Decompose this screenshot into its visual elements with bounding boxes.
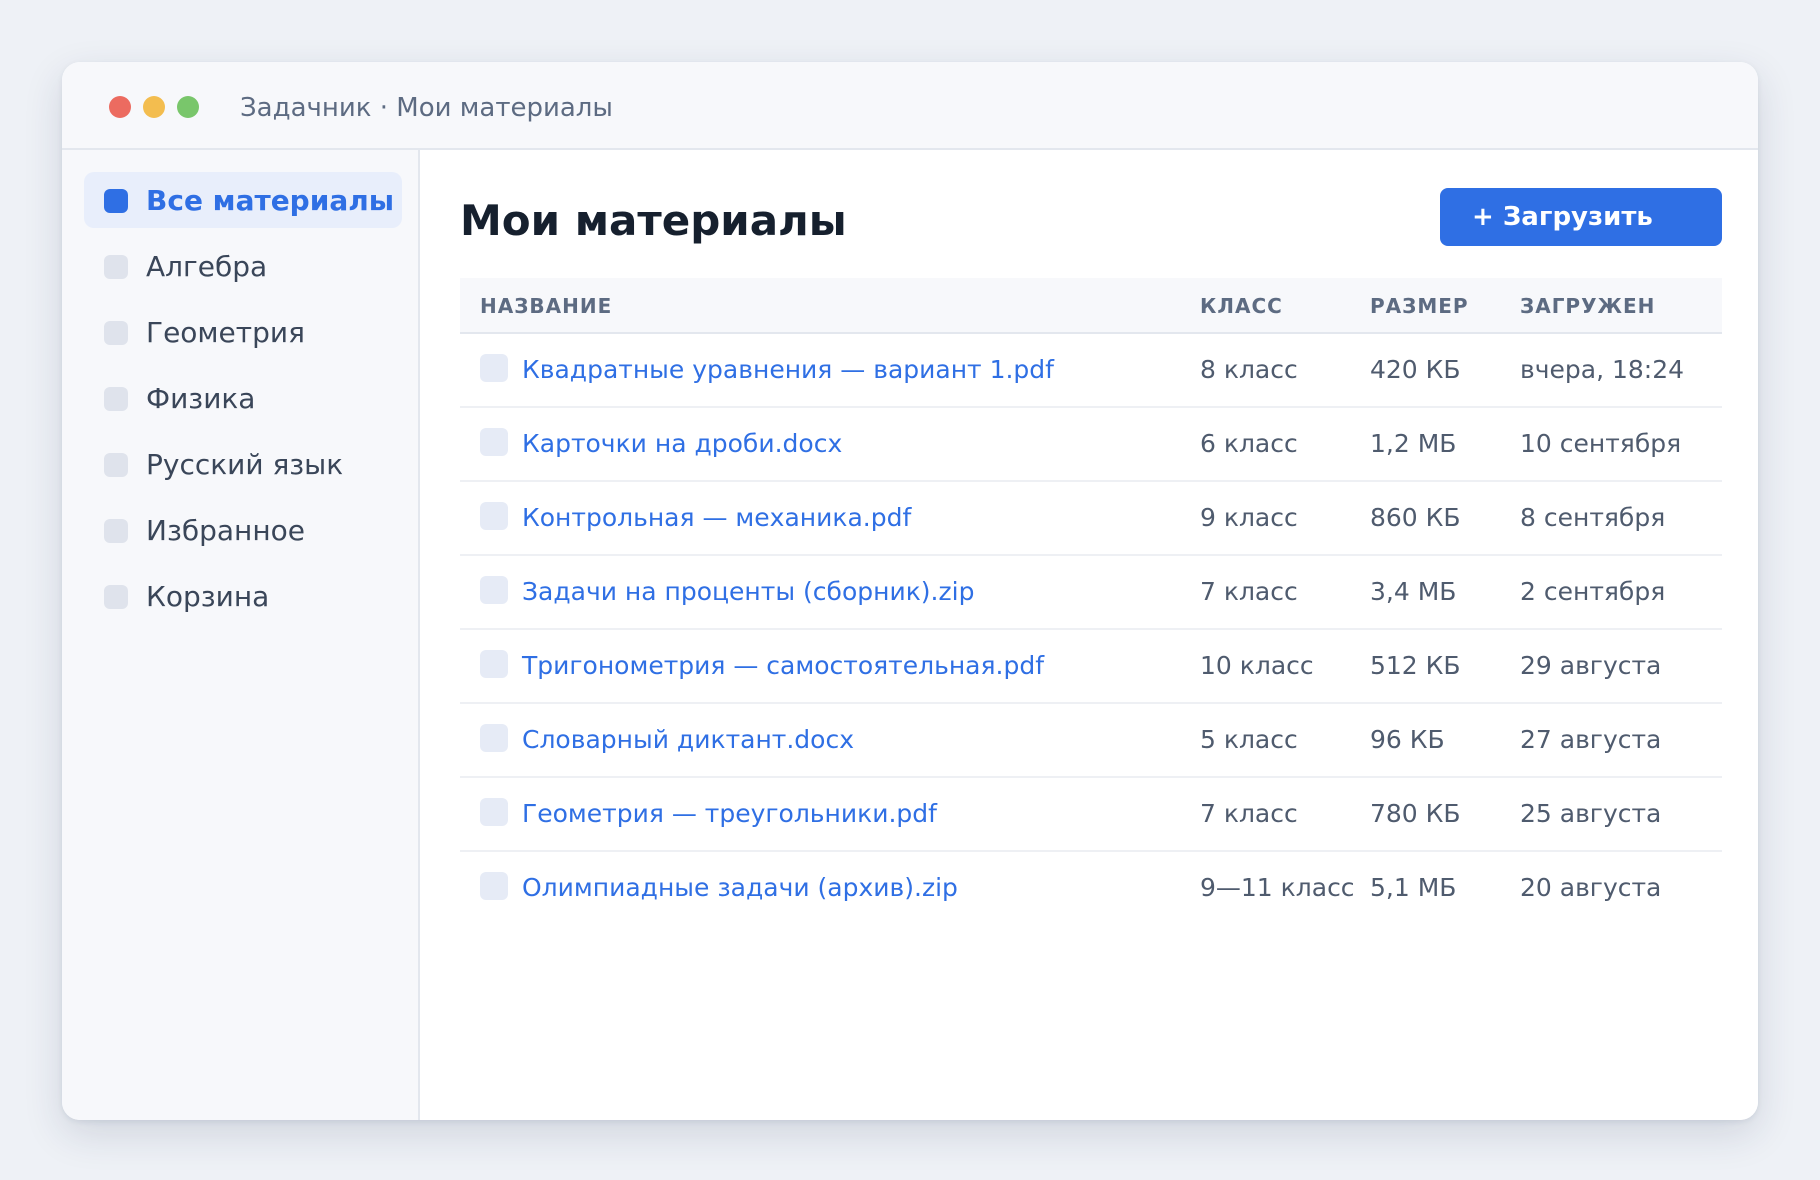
column-header-grade[interactable]: КЛАСС	[1200, 294, 1283, 318]
file-size: 512 КБ	[1370, 651, 1461, 680]
sidebar-item-label: Алгебра	[146, 250, 268, 283]
close-window-icon[interactable]	[109, 96, 131, 118]
page-title: Мои материалы	[460, 196, 847, 245]
table-row[interactable]: Контрольная — механика.pdf 9 класс 860 К…	[460, 482, 1722, 556]
sidebar-item-physics[interactable]: Физика	[84, 370, 402, 426]
file-grade: 5 класс	[1200, 725, 1298, 754]
category-icon	[104, 585, 128, 609]
category-icon	[104, 189, 128, 213]
sidebar-item-label: Геометрия	[146, 316, 305, 349]
file-grade: 9 класс	[1200, 503, 1298, 532]
sidebar-item-russian[interactable]: Русский язык	[84, 436, 402, 492]
table-row[interactable]: Квадратные уравнения — вариант 1.pdf 8 к…	[460, 334, 1722, 408]
upload-button[interactable]: + Загрузить	[1440, 188, 1722, 246]
table-row[interactable]: Задачи на проценты (сборник).zip 7 класс…	[460, 556, 1722, 630]
column-header-size[interactable]: РАЗМЕР	[1370, 294, 1469, 318]
file-uploaded-date: 8 сентября	[1520, 503, 1666, 532]
window-title: Задачник · Мои материалы	[240, 93, 613, 123]
app-window: Задачник · Мои материалы Все материалы А…	[62, 62, 1758, 1120]
sidebar-item-algebra[interactable]: Алгебра	[84, 238, 402, 294]
file-uploaded-date: вчера, 18:24	[1520, 355, 1685, 384]
file-uploaded-date: 20 августа	[1520, 873, 1662, 902]
file-icon	[480, 502, 508, 530]
file-name-link[interactable]: Геометрия — треугольники.pdf	[522, 798, 937, 830]
file-size: 860 КБ	[1370, 503, 1461, 532]
file-size: 96 КБ	[1370, 725, 1445, 754]
table-row[interactable]: Олимпиадные задачи (архив).zip 9—11 клас…	[460, 852, 1722, 926]
file-name-link[interactable]: Контрольная — механика.pdf	[522, 502, 911, 534]
file-grade: 9—11 класс	[1200, 873, 1355, 902]
sidebar-item-label: Физика	[146, 382, 256, 415]
table-row[interactable]: Геометрия — треугольники.pdf 7 класс 780…	[460, 778, 1722, 852]
file-size: 1,2 МБ	[1370, 429, 1457, 458]
category-icon	[104, 255, 128, 279]
sidebar-item-favorites[interactable]: Избранное	[84, 502, 402, 558]
table-row[interactable]: Карточки на дроби.docx 6 класс 1,2 МБ 10…	[460, 408, 1722, 482]
file-grade: 10 класс	[1200, 651, 1314, 680]
file-grade: 6 класс	[1200, 429, 1298, 458]
file-icon	[480, 354, 508, 382]
table-header: НАЗВАНИЕ КЛАСС РАЗМЕР ЗАГРУЖЕН	[460, 278, 1722, 334]
file-grade: 8 класс	[1200, 355, 1298, 384]
sidebar-item-trash[interactable]: Корзина	[84, 568, 402, 624]
file-icon	[480, 650, 508, 678]
table-row[interactable]: Тригонометрия — самостоятельная.pdf 10 к…	[460, 630, 1722, 704]
file-grade: 7 класс	[1200, 799, 1298, 828]
column-header-uploaded[interactable]: ЗАГРУЖЕН	[1520, 294, 1655, 318]
file-name-link[interactable]: Задачи на проценты (сборник).zip	[522, 576, 974, 608]
file-uploaded-date: 2 сентября	[1520, 577, 1666, 606]
minimize-window-icon[interactable]	[143, 96, 165, 118]
file-uploaded-date: 27 августа	[1520, 725, 1662, 754]
zoom-window-icon[interactable]	[177, 96, 199, 118]
file-icon	[480, 576, 508, 604]
sidebar-item-label: Корзина	[146, 580, 270, 613]
file-uploaded-date: 25 августа	[1520, 799, 1662, 828]
file-name-link[interactable]: Карточки на дроби.docx	[522, 428, 842, 460]
file-size: 420 КБ	[1370, 355, 1461, 384]
category-icon	[104, 387, 128, 411]
file-uploaded-date: 10 сентября	[1520, 429, 1682, 458]
file-name-link[interactable]: Квадратные уравнения — вариант 1.pdf	[522, 354, 1054, 386]
sidebar-item-label: Избранное	[146, 514, 306, 547]
sidebar-item-label: Все материалы	[146, 184, 395, 217]
sidebar-item-geometry[interactable]: Геометрия	[84, 304, 402, 360]
sidebar-item-all-materials[interactable]: Все материалы	[84, 172, 402, 228]
file-icon	[480, 872, 508, 900]
file-grade: 7 класс	[1200, 577, 1298, 606]
sidebar-item-label: Русский язык	[146, 448, 344, 481]
file-icon	[480, 798, 508, 826]
category-icon	[104, 453, 128, 477]
file-size: 5,1 МБ	[1370, 873, 1457, 902]
sidebar: Все материалы Алгебра Геометрия Физика Р…	[62, 150, 420, 1120]
category-icon	[104, 519, 128, 543]
file-name-link[interactable]: Тригонометрия — самостоятельная.pdf	[522, 650, 1044, 682]
file-uploaded-date: 29 августа	[1520, 651, 1662, 680]
file-size: 3,4 МБ	[1370, 577, 1457, 606]
file-icon	[480, 428, 508, 456]
file-icon	[480, 724, 508, 752]
file-name-link[interactable]: Словарный диктант.docx	[522, 724, 854, 756]
column-header-name[interactable]: НАЗВАНИЕ	[480, 294, 612, 318]
title-bar: Задачник · Мои материалы	[62, 62, 1758, 150]
main-content: Мои материалы + Загрузить НАЗВАНИЕ КЛАСС…	[420, 150, 1758, 1120]
file-size: 780 КБ	[1370, 799, 1461, 828]
file-name-link[interactable]: Олимпиадные задачи (архив).zip	[522, 872, 958, 904]
category-icon	[104, 321, 128, 345]
table-row[interactable]: Словарный диктант.docx 5 класс 96 КБ 27 …	[460, 704, 1722, 778]
